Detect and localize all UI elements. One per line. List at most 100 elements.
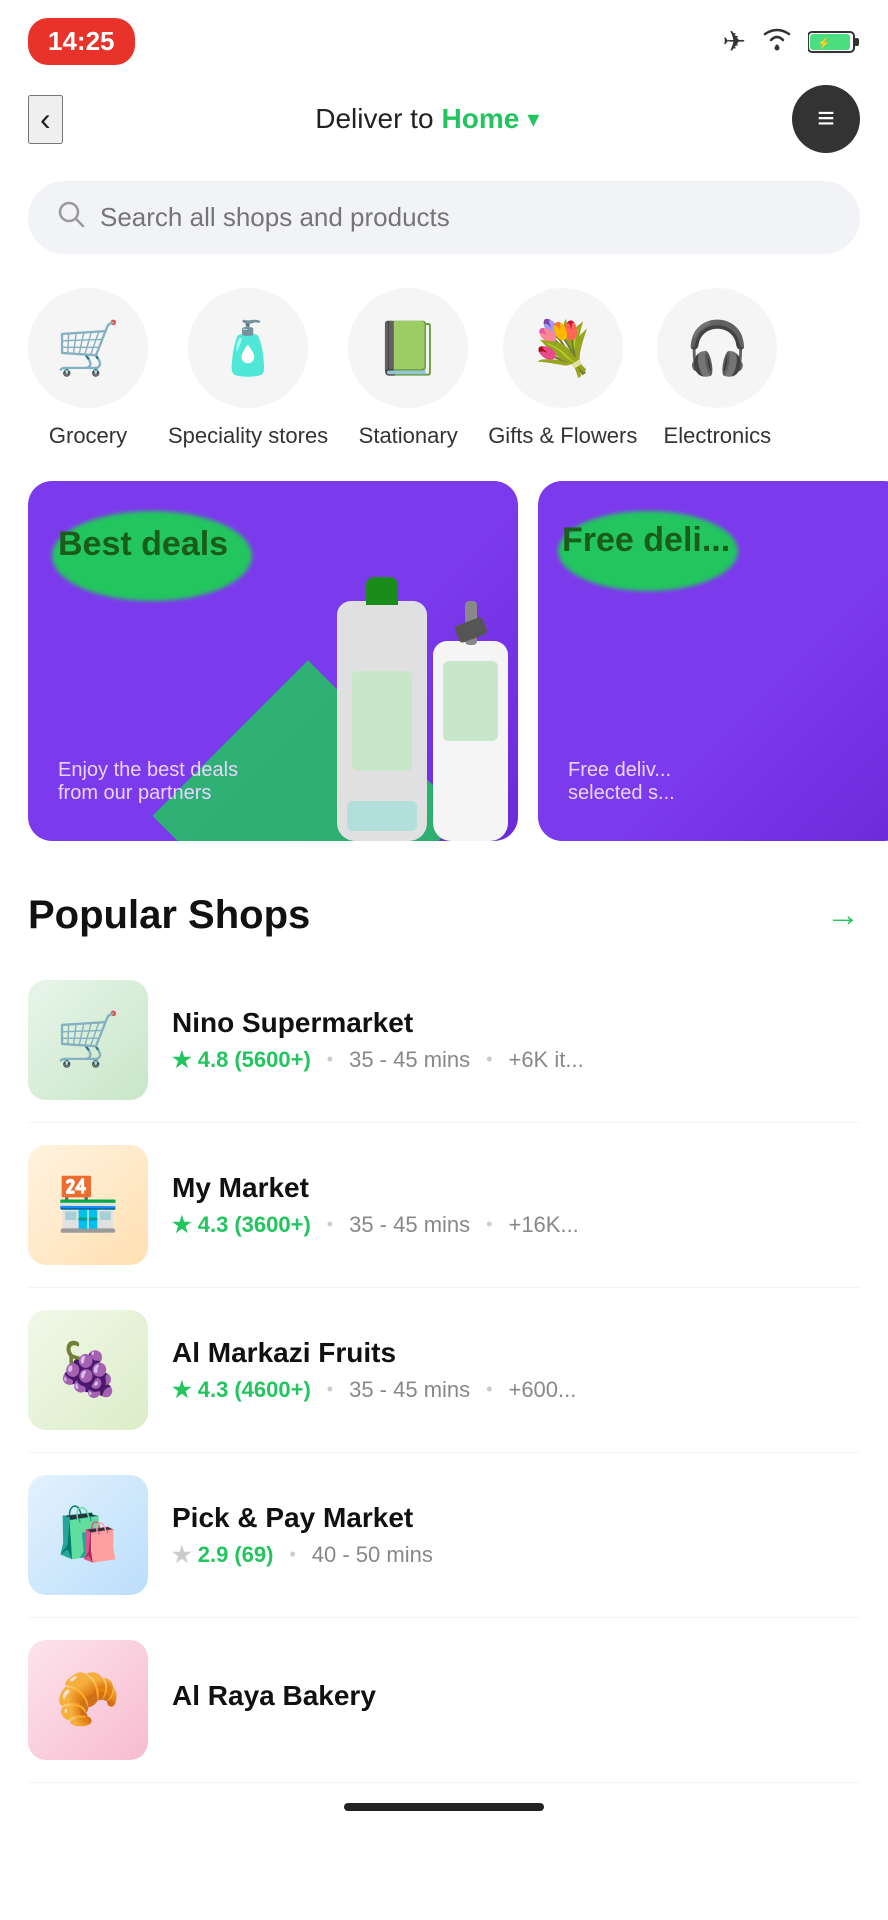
category-item-electronics[interactable]: 🎧 Electronics	[647, 288, 787, 451]
category-item-speciality[interactable]: 🧴 Speciality stores	[168, 288, 328, 451]
see-all-button[interactable]: →	[826, 896, 860, 935]
category-icon-speciality: 🧴	[188, 288, 308, 408]
shop-name: Pick & Pay Market	[172, 1502, 860, 1534]
category-label-stationary: Stationary	[359, 422, 458, 451]
shop-item[interactable]: 🏪 My Market ★ 4.3 (3600+) • 35 - 45 mins…	[28, 1123, 860, 1288]
location-label: Home	[442, 103, 520, 135]
shop-thumbnail: 🍇	[28, 1310, 148, 1430]
battery-icon: ⚡	[808, 28, 860, 56]
star-icon: ★	[172, 1212, 192, 1238]
shop-items: +16K...	[508, 1212, 578, 1238]
status-icons: ✈ ⚡	[723, 24, 860, 59]
category-icon-stationary: 📗	[348, 288, 468, 408]
shop-time: 35 - 45 mins	[349, 1377, 470, 1403]
category-label-grocery: Grocery	[49, 422, 127, 451]
shop-time: 35 - 45 mins	[349, 1212, 470, 1238]
bottom-bar	[0, 1783, 888, 1841]
deliver-to[interactable]: Deliver to Home ▾	[315, 103, 539, 135]
shop-item[interactable]: 🛍️ Pick & Pay Market ★ 2.9 (69) • 40 - 5…	[28, 1453, 860, 1618]
category-label-gifts: Gifts & Flowers	[488, 422, 637, 451]
shop-thumbnail: 🛍️	[28, 1475, 148, 1595]
shop-thumbnail: 🏪	[28, 1145, 148, 1265]
rating-value: 4.3	[198, 1377, 229, 1403]
shop-rating: ★ 4.8 (5600+)	[172, 1047, 311, 1073]
review-count: (5600+)	[234, 1047, 310, 1073]
shop-name: Nino Supermarket	[172, 1007, 860, 1039]
review-count: (3600+)	[234, 1212, 310, 1238]
category-label-speciality: Speciality stores	[168, 422, 328, 451]
shop-time: 40 - 50 mins	[312, 1542, 433, 1568]
shop-meta: ★ 4.3 (4600+) • 35 - 45 mins • +600...	[172, 1377, 860, 1403]
dot-separator2: •	[486, 1049, 492, 1070]
menu-button[interactable]: ≡	[792, 85, 860, 153]
product-image	[337, 601, 508, 841]
review-count: (69)	[234, 1542, 273, 1568]
rating-value: 4.3	[198, 1212, 229, 1238]
banner-title: Best deals	[58, 525, 228, 564]
review-count: (4600+)	[234, 1377, 310, 1403]
shop-name: My Market	[172, 1172, 860, 1204]
search-container	[0, 171, 888, 278]
popular-shops-title: Popular Shops	[28, 893, 310, 938]
dot-separator: •	[289, 1544, 295, 1565]
search-bar[interactable]	[28, 181, 860, 254]
menu-icon: ≡	[817, 104, 835, 134]
banner2-title: Free deli...	[562, 521, 730, 560]
search-input[interactable]	[100, 202, 832, 233]
star-icon: ★	[172, 1542, 192, 1568]
back-button[interactable]: ‹	[28, 95, 63, 144]
shop-thumbnail: 🥐	[28, 1640, 148, 1760]
search-icon	[56, 199, 86, 236]
category-icon-electronics: 🎧	[657, 288, 777, 408]
star-icon: ★	[172, 1047, 192, 1073]
category-icon-grocery: 🛒	[28, 288, 148, 408]
svg-text:⚡: ⚡	[817, 37, 831, 50]
shop-info: Al Raya Bakery	[172, 1680, 860, 1720]
shop-item[interactable]: 🥐 Al Raya Bakery	[28, 1618, 860, 1783]
dot-separator: •	[327, 1214, 333, 1235]
rating-value: 2.9	[198, 1542, 229, 1568]
header: ‹ Deliver to Home ▾ ≡	[0, 75, 888, 171]
rating-value: 4.8	[198, 1047, 229, 1073]
shop-item[interactable]: 🍇 Al Markazi Fruits ★ 4.3 (4600+) • 35 -…	[28, 1288, 860, 1453]
shop-meta: ★ 2.9 (69) • 40 - 50 mins	[172, 1542, 860, 1568]
categories-row: 🛒 Grocery 🧴 Speciality stores 📗 Stationa…	[0, 278, 888, 481]
home-indicator	[344, 1803, 544, 1811]
shop-item[interactable]: 🛒 Nino Supermarket ★ 4.8 (5600+) • 35 - …	[28, 958, 860, 1123]
free-delivery-banner[interactable]: Free deli... Free deliv...selected s...	[538, 481, 888, 841]
shop-items: +6K it...	[508, 1047, 583, 1073]
shop-rating: ★ 2.9 (69)	[172, 1542, 273, 1568]
dot-separator2: •	[486, 1214, 492, 1235]
shop-items: +600...	[508, 1377, 576, 1403]
category-label-electronics: Electronics	[664, 422, 772, 451]
category-item-stationary[interactable]: 📗 Stationary	[338, 288, 478, 451]
category-item-gifts[interactable]: 💐 Gifts & Flowers	[488, 288, 637, 451]
category-item-grocery[interactable]: 🛒 Grocery	[18, 288, 158, 451]
wifi-icon	[760, 24, 794, 59]
best-deals-banner[interactable]: Best deals Enjoy the best dealsfrom our …	[28, 481, 518, 841]
deliver-text: Deliver to	[315, 103, 433, 135]
shop-info: Al Markazi Fruits ★ 4.3 (4600+) • 35 - 4…	[172, 1337, 860, 1403]
banner2-subtitle: Free deliv...selected s...	[568, 759, 878, 805]
popular-shops-header: Popular Shops →	[0, 877, 888, 958]
chevron-down-icon: ▾	[527, 105, 539, 134]
status-bar: 14:25 ✈ ⚡	[0, 0, 888, 75]
dot-separator: •	[327, 1379, 333, 1400]
star-icon: ★	[172, 1377, 192, 1403]
shop-name: Al Raya Bakery	[172, 1680, 860, 1712]
shop-meta: ★ 4.8 (5600+) • 35 - 45 mins • +6K it...	[172, 1047, 860, 1073]
shop-name: Al Markazi Fruits	[172, 1337, 860, 1369]
dot-separator: •	[327, 1049, 333, 1070]
shop-time: 35 - 45 mins	[349, 1047, 470, 1073]
category-icon-gifts: 💐	[503, 288, 623, 408]
dot-separator2: •	[486, 1379, 492, 1400]
shop-info: Pick & Pay Market ★ 2.9 (69) • 40 - 50 m…	[172, 1502, 860, 1568]
time-display: 14:25	[28, 18, 135, 65]
shop-meta: ★ 4.3 (3600+) • 35 - 45 mins • +16K...	[172, 1212, 860, 1238]
shop-list: 🛒 Nino Supermarket ★ 4.8 (5600+) • 35 - …	[0, 958, 888, 1783]
banner-container: Best deals Enjoy the best dealsfrom our …	[0, 481, 888, 877]
banner-subtitle: Enjoy the best dealsfrom our partners	[58, 759, 488, 805]
shop-rating: ★ 4.3 (3600+)	[172, 1212, 311, 1238]
airplane-icon: ✈	[723, 25, 746, 58]
shop-info: Nino Supermarket ★ 4.8 (5600+) • 35 - 45…	[172, 1007, 860, 1073]
